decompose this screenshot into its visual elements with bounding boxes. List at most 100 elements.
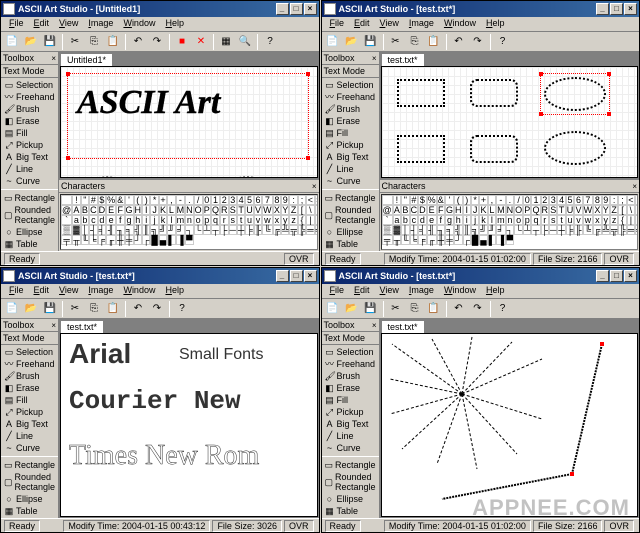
char-cell[interactable]: 0 [523, 195, 531, 205]
char-cell[interactable]: ╤ [61, 235, 72, 245]
char-cell[interactable]: ╕ [445, 225, 454, 235]
tool-fill[interactable]: ▤Fill [323, 394, 378, 406]
char-cell[interactable]: s [549, 215, 557, 225]
char-cell[interactable]: ! [393, 195, 402, 205]
char-cell[interactable]: e [106, 215, 116, 225]
char-cell[interactable]: ┼ [557, 225, 565, 235]
help-icon[interactable]: ? [261, 33, 279, 51]
char-cell[interactable]: ╡ [418, 225, 427, 235]
char-cell[interactable]: . [185, 195, 194, 205]
char-cell[interactable]: , [167, 195, 175, 205]
char-cell[interactable]: " [81, 195, 89, 205]
tool-selection[interactable]: ▭Selection [323, 346, 378, 358]
char-cell[interactable]: F [116, 205, 124, 215]
tool-erase[interactable]: ◧Erase [323, 115, 378, 127]
char-cell[interactable]: Z [610, 205, 618, 215]
document-tab[interactable]: Untitled1* [60, 53, 113, 66]
zoom-icon[interactable]: 🔍 [236, 33, 254, 51]
tool-fill[interactable]: ▤Fill [323, 127, 378, 139]
menu-image[interactable]: Image [404, 17, 439, 31]
char-cell[interactable]: * [150, 195, 158, 205]
char-cell[interactable]: < [306, 195, 314, 205]
char-cell[interactable]: ╒ [418, 235, 427, 245]
char-cell[interactable]: ) [463, 195, 471, 205]
char-cell[interactable]: 4 [237, 195, 245, 205]
char-cell[interactable]: s [229, 215, 237, 225]
tool-ellipse[interactable]: ○Ellipse [323, 226, 378, 238]
tool-line[interactable]: ╱Line [2, 430, 57, 442]
char-cell[interactable]: V [254, 205, 262, 215]
char-cell[interactable]: : [289, 195, 297, 205]
menu-view[interactable]: View [375, 17, 404, 31]
char-cell[interactable]: K [479, 205, 487, 215]
char-cell[interactable]: ╔ [273, 225, 281, 235]
undo-icon[interactable]: ↶ [129, 33, 147, 51]
char-cell[interactable]: ╘ [89, 235, 98, 245]
cut-icon[interactable]: ✂ [387, 33, 405, 51]
char-cell[interactable]: ( [134, 195, 143, 205]
char-cell[interactable]: c [410, 215, 419, 225]
new-icon[interactable]: 📄 [324, 33, 342, 51]
char-cell[interactable]: [ [618, 205, 626, 215]
char-cell[interactable]: ╠ [298, 225, 306, 235]
char-cell[interactable]: o [194, 215, 203, 225]
char-cell[interactable]: ] [635, 205, 638, 215]
char-cell[interactable]: ▐ [176, 235, 186, 245]
char-cell[interactable]: @ [382, 205, 393, 215]
menu-file[interactable]: File [325, 17, 350, 31]
char-cell[interactable]: ─ [229, 225, 237, 235]
char-cell[interactable]: 7 [262, 195, 273, 205]
char-cell[interactable]: Y [602, 205, 610, 215]
tool-ellipse[interactable]: ○Ellipse [2, 493, 57, 505]
paste-icon[interactable]: 📋 [425, 33, 443, 51]
char-cell[interactable]: | [306, 215, 314, 225]
paste-icon[interactable]: 📋 [104, 33, 122, 51]
char-cell[interactable]: + [479, 195, 487, 205]
char-cell[interactable]: K [159, 205, 167, 215]
tool-brush[interactable]: 🖌Brush [2, 103, 57, 115]
char-cell[interactable]: V [574, 205, 582, 215]
char-cell[interactable]: , [488, 195, 496, 205]
char-cell[interactable]: ╖ [116, 225, 124, 235]
char-cell[interactable]: ╞ [566, 225, 575, 235]
menu-image[interactable]: Image [83, 17, 118, 31]
char-cell[interactable]: 6 [254, 195, 262, 205]
tool-freehand[interactable]: 〰Freehand [323, 358, 378, 370]
char-cell[interactable]: █ [471, 235, 479, 245]
char-cell[interactable]: └ [514, 225, 523, 235]
char-cell[interactable]: I [142, 205, 150, 215]
char-cell[interactable]: ╩ [602, 225, 610, 235]
char-cell[interactable]: ╤ [382, 235, 393, 245]
char-cell[interactable] [382, 195, 393, 205]
open-icon[interactable]: 📂 [22, 33, 40, 51]
char-cell[interactable]: m [496, 215, 506, 225]
char-cell[interactable]: ▄ [479, 235, 487, 245]
tool-erase[interactable]: ◧Erase [323, 382, 378, 394]
char-cell[interactable]: ╗ [150, 225, 158, 235]
char-cell[interactable]: ┘ [134, 235, 143, 245]
char-cell[interactable]: ╛ [496, 225, 506, 235]
char-cell[interactable]: H [454, 205, 463, 215]
char-cell[interactable]: # [89, 195, 98, 205]
char-cell[interactable]: / [194, 195, 203, 205]
tool-ellipse[interactable]: ○Ellipse [2, 226, 57, 238]
char-cell[interactable]: ▒ [61, 225, 72, 235]
minimize-button[interactable]: _ [596, 3, 609, 15]
grid-icon[interactable]: ▦ [217, 33, 235, 51]
tool-line[interactable]: ╱Line [2, 163, 57, 175]
tool-rectangle[interactable]: ▭Rectangle [2, 459, 57, 471]
char-cell[interactable]: e [427, 215, 437, 225]
char-cell[interactable]: R [541, 205, 550, 215]
char-cell[interactable]: 3 [229, 195, 237, 205]
char-cell[interactable]: ▓ [72, 225, 81, 235]
char-cell[interactable]: ╖ [437, 225, 445, 235]
char-cell[interactable]: H [134, 205, 143, 215]
titlebar[interactable]: ASCII Art Studio - [test.txt*] _□× [322, 1, 640, 17]
char-cell[interactable]: ═ [306, 225, 314, 235]
char-cell[interactable]: ' [445, 195, 454, 205]
tool-big-text[interactable]: ABig Text [2, 418, 57, 430]
char-cell[interactable]: 5 [245, 195, 254, 205]
char-cell[interactable]: ╓ [106, 235, 116, 245]
char-cell[interactable]: [ [298, 205, 306, 215]
char-cell[interactable]: ╟ [574, 225, 582, 235]
